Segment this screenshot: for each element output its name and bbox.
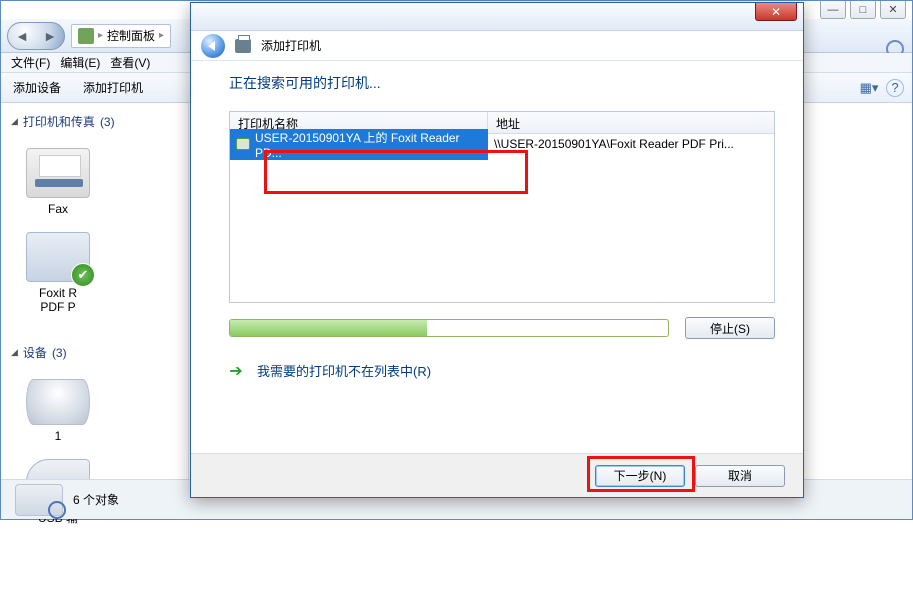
back-icon: ◄ bbox=[8, 23, 36, 49]
chevron-right-icon: ▸ bbox=[159, 30, 164, 41]
dialog-body: 正在搜索可用的打印机... 打印机名称 地址 USER-20150901YA 上… bbox=[191, 61, 803, 453]
control-panel-icon bbox=[78, 28, 94, 44]
printer-not-listed-link[interactable]: ➔ 我需要的打印机不在列表中(R) bbox=[229, 361, 775, 380]
collapse-icon: ◢ bbox=[11, 347, 18, 358]
printer-list[interactable]: 打印机名称 地址 USER-20150901YA 上的 Foxit Reader… bbox=[229, 111, 775, 303]
add-printer-dialog: ✕ 添加打印机 正在搜索可用的打印机... 打印机名称 地址 USER-2015… bbox=[190, 2, 804, 498]
breadcrumb[interactable]: ▸ 控制面板 ▸ bbox=[71, 24, 171, 48]
category-label: 设备 bbox=[23, 344, 47, 361]
device-fax[interactable]: Fax bbox=[13, 148, 103, 216]
searching-label: 正在搜索可用的打印机... bbox=[229, 73, 775, 93]
dialog-header: 添加打印机 bbox=[191, 31, 803, 61]
printer-default-icon bbox=[26, 232, 90, 282]
printer-address: \\USER-20150901YA\Foxit Reader PDF Pri..… bbox=[488, 137, 774, 151]
progress-bar bbox=[229, 319, 669, 337]
printer-icon bbox=[15, 484, 63, 516]
menu-view[interactable]: 查看(V) bbox=[110, 54, 150, 71]
device-label: PDF P bbox=[13, 300, 103, 314]
window-controls: — □ ✕ bbox=[820, 1, 906, 19]
forward-icon: ► bbox=[36, 23, 64, 49]
printer-icon bbox=[235, 39, 251, 53]
view-mode-icon[interactable]: ▦▾ bbox=[858, 78, 880, 98]
device-label: Foxit R bbox=[13, 286, 103, 300]
category-printers[interactable]: ◢ 打印机和传真 (3) bbox=[11, 113, 178, 130]
device-disk[interactable]: 1 bbox=[13, 379, 103, 443]
category-count: (3) bbox=[52, 346, 67, 360]
device-pane: ◢ 打印机和传真 (3) Fax Foxit R PDF P ◢ 设备 (3) bbox=[1, 103, 189, 493]
cancel-button[interactable]: 取消 bbox=[695, 465, 785, 487]
chevron-right-icon: ▸ bbox=[98, 30, 103, 41]
menu-edit[interactable]: 编辑(E) bbox=[60, 54, 100, 71]
back-button[interactable] bbox=[201, 34, 225, 58]
category-devices[interactable]: ◢ 设备 (3) bbox=[11, 344, 178, 361]
network-printer-icon bbox=[236, 138, 250, 150]
collapse-icon: ◢ bbox=[11, 116, 18, 127]
dialog-close-button[interactable]: ✕ bbox=[755, 3, 797, 21]
cmd-add-device[interactable]: 添加设备 bbox=[13, 79, 61, 96]
dialog-footer: 下一步(N) 取消 bbox=[191, 453, 803, 497]
help-icon[interactable]: ? bbox=[886, 79, 904, 97]
progress-row: 停止(S) bbox=[229, 317, 775, 339]
nav-back-forward[interactable]: ◄ ► bbox=[7, 22, 65, 50]
printer-row[interactable]: USER-20150901YA 上的 Foxit Reader PD... \\… bbox=[230, 134, 774, 154]
category-count: (3) bbox=[100, 115, 115, 129]
disk-icon bbox=[26, 379, 90, 425]
cmd-add-printer[interactable]: 添加打印机 bbox=[83, 79, 143, 96]
menu-file[interactable]: 文件(F) bbox=[11, 54, 50, 71]
next-button[interactable]: 下一步(N) bbox=[595, 465, 685, 487]
device-foxit-pdf[interactable]: Foxit R PDF P bbox=[13, 232, 103, 314]
close-button[interactable]: ✕ bbox=[880, 1, 906, 19]
dialog-titlebar: ✕ bbox=[191, 3, 803, 31]
printer-name: USER-20150901YA 上的 Foxit Reader PD... bbox=[255, 129, 482, 160]
dialog-title: 添加打印机 bbox=[261, 37, 321, 54]
fax-icon bbox=[26, 148, 90, 198]
arrow-right-icon: ➔ bbox=[229, 364, 243, 378]
device-label: Fax bbox=[13, 202, 103, 216]
device-label: 1 bbox=[13, 429, 103, 443]
category-label: 打印机和传真 bbox=[23, 113, 95, 130]
breadcrumb-item[interactable]: 控制面板 bbox=[107, 27, 155, 44]
not-listed-label: 我需要的打印机不在列表中(R) bbox=[257, 361, 431, 380]
status-text: 6 个对象 bbox=[73, 491, 119, 508]
minimize-button[interactable]: — bbox=[820, 1, 846, 19]
column-address[interactable]: 地址 bbox=[488, 112, 774, 133]
stop-button[interactable]: 停止(S) bbox=[685, 317, 775, 339]
maximize-button[interactable]: □ bbox=[850, 1, 876, 19]
